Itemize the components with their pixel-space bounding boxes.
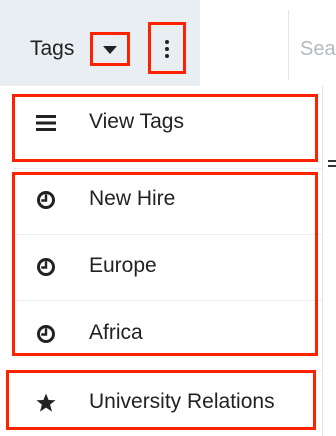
list-view-icon (328, 160, 336, 172)
tags-module-tab[interactable]: Tags (0, 0, 200, 86)
highlight-favorite-tags (6, 370, 316, 430)
highlight-view-tags (12, 94, 318, 162)
tab-actions-button[interactable] (148, 22, 186, 74)
search-input[interactable]: Sea (300, 35, 336, 63)
tab-label[interactable]: Tags (30, 35, 74, 63)
tags-menu-screenshot: Tags Sea View Tags New Hire Europe Afric… (0, 0, 336, 436)
page-background (322, 86, 336, 436)
kebab-menu-icon (165, 40, 170, 59)
tab-dropdown-button[interactable] (90, 32, 130, 66)
caret-down-icon (103, 46, 117, 54)
highlight-recent-tags (12, 172, 318, 356)
header-divider (288, 10, 289, 80)
